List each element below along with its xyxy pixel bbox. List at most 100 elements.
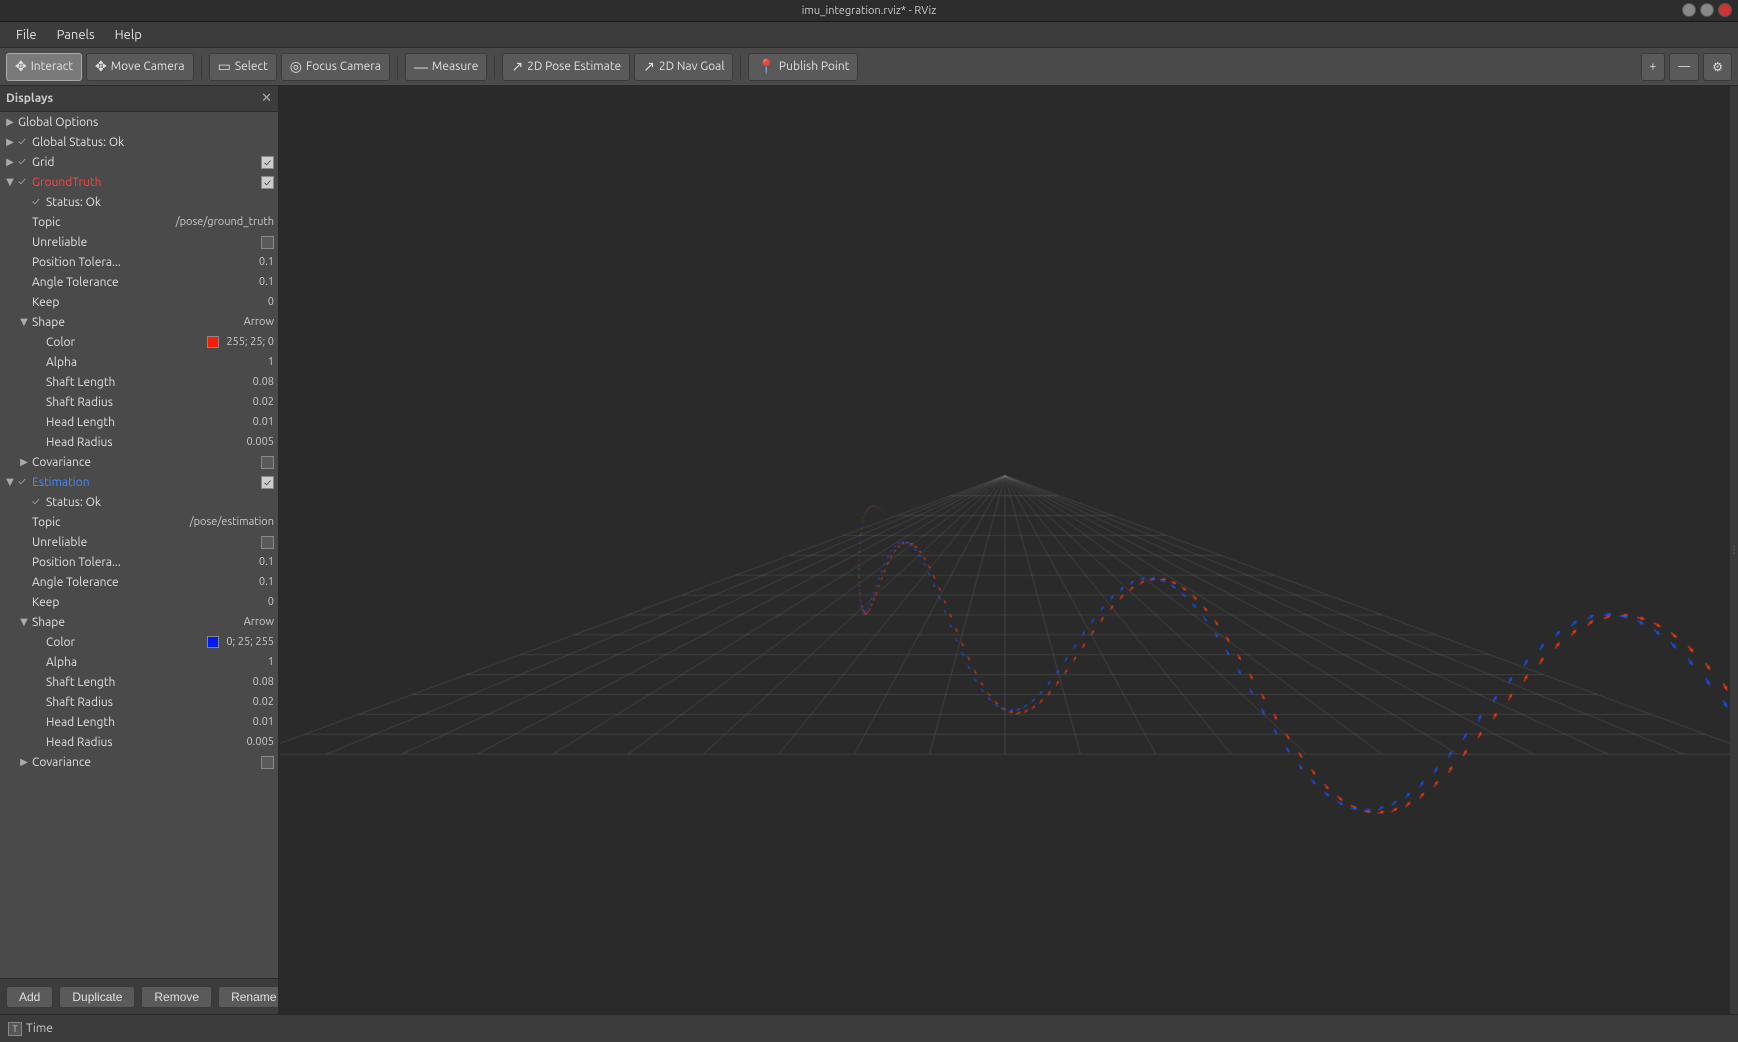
2d-pose-button[interactable]: ↗ 2D Pose Estimate: [502, 53, 630, 81]
checkbox-2[interactable]: ✓: [261, 156, 274, 169]
tree-label-12: Alpha: [46, 356, 264, 369]
publish-point-button[interactable]: 📍 Publish Point: [748, 53, 858, 81]
tree-item-26[interactable]: Color0; 25; 255: [0, 632, 278, 652]
expand-icon-21: [18, 536, 30, 548]
tree-value-31: 0.005: [246, 736, 274, 748]
displays-close-button[interactable]: ✕: [261, 91, 272, 106]
tree-item-18[interactable]: ▼✓Estimation✓: [0, 472, 278, 492]
checkbox-18[interactable]: ✓: [261, 476, 274, 489]
tree-item-30[interactable]: Head Length0.01: [0, 712, 278, 732]
color-swatch-26[interactable]: [207, 636, 219, 648]
zoom-plus-button[interactable]: +: [1641, 53, 1666, 81]
tree-item-22[interactable]: Position Tolera...0.1: [0, 552, 278, 572]
expand-icon-14: [32, 396, 44, 408]
focus-camera-button[interactable]: ◎ Focus Camera: [281, 53, 390, 81]
tree-item-12[interactable]: Alpha1: [0, 352, 278, 372]
maximize-button[interactable]: [1700, 3, 1714, 17]
tree-item-28[interactable]: Shaft Length0.08: [0, 672, 278, 692]
tree-item-31[interactable]: Head Radius0.005: [0, 732, 278, 752]
expand-icon-15: [32, 416, 44, 428]
tree-item-15[interactable]: Head Length0.01: [0, 412, 278, 432]
tree-item-24[interactable]: Keep0: [0, 592, 278, 612]
plus-icon: +: [1650, 60, 1657, 73]
remove-button[interactable]: Remove: [141, 986, 212, 1008]
toolbar-separator-2: [397, 55, 398, 79]
tree-item-23[interactable]: Angle Tolerance0.1: [0, 572, 278, 592]
measure-label: Measure: [432, 60, 478, 73]
toolbar-separator-3: [494, 55, 495, 79]
expand-icon-17[interactable]: ▶: [18, 456, 30, 468]
tree-item-20[interactable]: Topic/pose/estimation: [0, 512, 278, 532]
tree-item-7[interactable]: Position Tolera...0.1: [0, 252, 278, 272]
minimize-button[interactable]: [1682, 3, 1696, 17]
tree-value-22: 0.1: [259, 556, 274, 568]
expand-icon-0[interactable]: ▶: [4, 116, 16, 128]
close-button[interactable]: [1718, 3, 1732, 17]
measure-icon: —: [414, 59, 428, 75]
menu-file[interactable]: File: [6, 26, 47, 44]
checkbox-17[interactable]: [261, 456, 274, 469]
tree-item-5[interactable]: Topic/pose/ground_truth: [0, 212, 278, 232]
expand-icon-32[interactable]: ▶: [18, 756, 30, 768]
interact-button[interactable]: ✥ Interact: [6, 53, 82, 81]
publish-point-icon: 📍: [757, 58, 774, 75]
settings-button[interactable]: ⚙: [1703, 53, 1732, 81]
tree-item-16[interactable]: Head Radius0.005: [0, 432, 278, 452]
rename-button[interactable]: Rename: [218, 986, 280, 1008]
status-label: Time: [26, 1022, 53, 1035]
select-button[interactable]: ▭ Select: [209, 53, 277, 81]
expand-icon-25[interactable]: ▼: [18, 616, 30, 628]
tree-item-1[interactable]: ▶✓Global Status: Ok: [0, 132, 278, 152]
tree-item-17[interactable]: ▶Covariance: [0, 452, 278, 472]
menu-help[interactable]: Help: [105, 26, 152, 44]
measure-button[interactable]: — Measure: [405, 53, 487, 81]
color-swatch-11[interactable]: [207, 336, 219, 348]
tree-label-3: GroundTruth: [32, 176, 261, 189]
expand-icon-18[interactable]: ▼: [4, 476, 16, 488]
tree-item-6[interactable]: Unreliable: [0, 232, 278, 252]
zoom-minus-button[interactable]: —: [1669, 53, 1699, 81]
tree-value-13: 0.08: [253, 376, 274, 388]
expand-icon-1[interactable]: ▶: [4, 136, 16, 148]
add-button[interactable]: Add: [6, 986, 53, 1008]
move-camera-button[interactable]: ✥ Move Camera: [86, 53, 194, 81]
duplicate-button[interactable]: Duplicate: [59, 986, 135, 1008]
tree-label-17: Covariance: [32, 456, 261, 469]
tree-label-24: Keep: [32, 596, 264, 609]
tree-item-3[interactable]: ▼✓GroundTruth✓: [0, 172, 278, 192]
minus-icon: —: [1678, 60, 1690, 73]
tree-item-4[interactable]: ✓Status: Ok: [0, 192, 278, 212]
checkbox-6[interactable]: [261, 236, 274, 249]
tree-item-11[interactable]: Color255; 25; 0: [0, 332, 278, 352]
menu-panels[interactable]: Panels: [47, 26, 105, 44]
tree-item-0[interactable]: ▶Global Options: [0, 112, 278, 132]
checkbox-32[interactable]: [261, 756, 274, 769]
tree-label-11: Color: [46, 336, 207, 349]
2d-nav-button[interactable]: ↗ 2D Nav Goal: [634, 53, 733, 81]
expand-icon-11: [32, 336, 44, 348]
tree-item-25[interactable]: ▼ShapeArrow: [0, 612, 278, 632]
right-resize-handle[interactable]: ⋮: [1730, 86, 1738, 1014]
settings-icon: ⚙: [1712, 60, 1723, 74]
tree-item-10[interactable]: ▼ShapeArrow: [0, 312, 278, 332]
expand-icon-3[interactable]: ▼: [4, 176, 16, 188]
tree-item-19[interactable]: ✓Status: Ok: [0, 492, 278, 512]
expand-icon-2[interactable]: ▶: [4, 156, 16, 168]
checkbox-21[interactable]: [261, 536, 274, 549]
tree-item-8[interactable]: Angle Tolerance0.1: [0, 272, 278, 292]
tree-item-2[interactable]: ▶✓Grid✓: [0, 152, 278, 172]
tree-item-29[interactable]: Shaft Radius0.02: [0, 692, 278, 712]
checkbox-3[interactable]: ✓: [261, 176, 274, 189]
3d-scene-canvas: [280, 86, 1730, 1014]
tree-value-27: 1: [268, 656, 274, 668]
expand-icon-10[interactable]: ▼: [18, 316, 30, 328]
tree-value-15: 0.01: [253, 416, 274, 428]
tree-item-32[interactable]: ▶Covariance: [0, 752, 278, 772]
tree-item-13[interactable]: Shaft Length0.08: [0, 372, 278, 392]
expand-icon-16: [32, 436, 44, 448]
tree-item-9[interactable]: Keep0: [0, 292, 278, 312]
tree-item-27[interactable]: Alpha1: [0, 652, 278, 672]
tree-item-14[interactable]: Shaft Radius0.02: [0, 392, 278, 412]
3d-viewport[interactable]: [280, 86, 1730, 1014]
tree-item-21[interactable]: Unreliable: [0, 532, 278, 552]
